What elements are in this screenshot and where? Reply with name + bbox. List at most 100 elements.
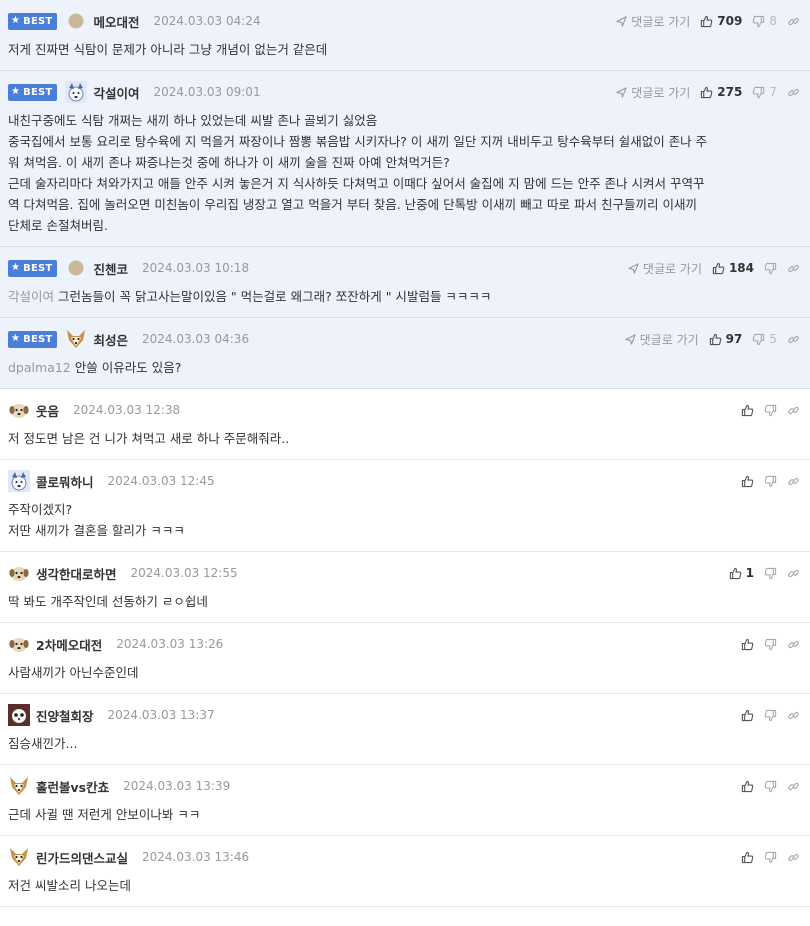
avatar[interactable]	[8, 846, 30, 868]
goto-comment-button[interactable]: 댓글로 가기	[625, 331, 699, 348]
upvote-button[interactable]	[741, 851, 754, 864]
star-icon: ★	[11, 262, 21, 273]
comment-text: 안쓸 이유라도 있음?	[74, 360, 182, 375]
downvote-button[interactable]	[764, 567, 777, 580]
downvote-button[interactable]	[764, 638, 777, 651]
link-icon[interactable]	[787, 780, 800, 793]
reply-target[interactable]: 각설이여	[8, 289, 54, 304]
link-icon[interactable]	[787, 262, 800, 275]
link-icon[interactable]	[787, 404, 800, 417]
link-icon[interactable]	[787, 15, 800, 28]
comment-text: 근데 사귈 땐 저런게 안보이나봐 ㅋㅋ	[8, 807, 201, 822]
comment-text: 저딴 새끼가 결혼을 할리가 ㅋㅋㅋ	[8, 523, 185, 538]
comment-body: 내친구중에도 식탐 개쩌는 새끼 하나 있었는데 씨발 존나 골뵈기 싫었음중국…	[8, 103, 802, 246]
link-icon[interactable]	[787, 333, 800, 346]
avatar[interactable]	[65, 328, 87, 350]
comment-body: 딱 봐도 개주작인데 선동하기 ㄹㅇ쉽네	[8, 584, 802, 622]
link-icon[interactable]	[787, 851, 800, 864]
upvote-button[interactable]: 184	[712, 261, 754, 275]
nickname[interactable]: 홀런볼vs칸쵸	[36, 777, 109, 796]
comment-text: 저건 씨발소리 나오는데	[8, 878, 131, 893]
upvote-button[interactable]: 1	[729, 566, 754, 580]
comment-text: 저게 진짜면 식탐이 문제가 아니라 그냥 개념이 없는거 같은데	[8, 42, 328, 57]
nickname[interactable]: 린가드의댄스교실	[36, 848, 128, 867]
goto-comment-button[interactable]: 댓글로 가기	[628, 260, 702, 277]
comment-actions: 댓글로 가기 275 7	[616, 84, 800, 101]
timestamp: 2024.03.03 12:55	[130, 566, 238, 580]
thumbs-down-icon	[764, 404, 777, 417]
comment-header: ★ BEST 각설이여 2024.03.03 09:01 댓글로 가기 275 7	[8, 81, 802, 103]
avatar[interactable]	[8, 470, 30, 492]
avatar[interactable]	[65, 81, 88, 103]
reply-target[interactable]: dpalma12	[8, 360, 71, 375]
comment-body: 저건 씨발소리 나오는데	[8, 868, 802, 906]
avatar[interactable]	[8, 562, 30, 584]
comment-header: ★ BEST 진첸코 2024.03.03 10:18 댓글로 가기 184	[8, 257, 802, 279]
comment-actions	[741, 851, 800, 864]
nickname[interactable]: 최성은	[93, 330, 128, 349]
link-icon[interactable]	[787, 638, 800, 651]
timestamp: 2024.03.03 13:46	[142, 850, 250, 864]
thumbs-down-icon	[752, 86, 765, 99]
avatar[interactable]	[8, 399, 30, 421]
goto-comment-button[interactable]: 댓글로 가기	[616, 84, 690, 101]
upvote-count: 1	[745, 566, 754, 580]
comment-body: 짐승새낀가...	[8, 726, 802, 764]
thumbs-up-icon	[700, 15, 713, 28]
star-icon: ★	[11, 333, 21, 344]
nickname[interactable]: 진양철회장	[36, 706, 94, 725]
avatar[interactable]	[65, 257, 87, 279]
nickname[interactable]: 웃음	[36, 401, 59, 420]
downvote-button[interactable]: 8	[752, 14, 777, 28]
comment-text: 내친구중에도 식탐 개쩌는 새끼 하나 있었는데 씨발 존나 골뵈기 싫었음	[8, 113, 378, 128]
timestamp: 2024.03.03 12:38	[73, 403, 181, 417]
upvote-button[interactable]	[741, 475, 754, 488]
comment-text: 중국집에서 보통 요리로 탕수육에 지 먹을거 짜장이나 짬뽕 볶음밥 시키자나…	[8, 134, 708, 149]
comment-body: 저게 진짜면 식탐이 문제가 아니라 그냥 개념이 없는거 같은데	[8, 32, 802, 70]
thumbs-down-icon	[764, 475, 777, 488]
timestamp: 2024.03.03 04:24	[153, 14, 261, 28]
link-icon[interactable]	[787, 86, 800, 99]
link-icon[interactable]	[787, 567, 800, 580]
comment-line: 저게 진짜면 식탐이 문제가 아니라 그냥 개념이 없는거 같은데	[8, 39, 802, 60]
downvote-button[interactable]	[764, 262, 777, 275]
link-icon[interactable]	[787, 475, 800, 488]
comment-text: 사람새끼가 아닌수준인데	[8, 665, 139, 680]
downvote-button[interactable]	[764, 851, 777, 864]
nickname[interactable]: 2차메오대전	[36, 635, 102, 654]
send-icon	[625, 333, 636, 345]
upvote-button[interactable]: 709	[700, 14, 742, 28]
upvote-button[interactable]: 97	[709, 332, 742, 346]
comment-body: 사람새끼가 아닌수준인데	[8, 655, 802, 693]
avatar[interactable]	[8, 775, 30, 797]
nickname[interactable]: 각설이여	[93, 83, 139, 102]
goto-comment-button[interactable]: 댓글로 가기	[616, 13, 690, 30]
nickname[interactable]: 콜로뭐하니	[36, 472, 94, 491]
avatar[interactable]	[8, 633, 30, 655]
comment-body: 근데 사귈 땐 저런게 안보이나봐 ㅋㅋ	[8, 797, 802, 835]
comment-line: 짐승새낀가...	[8, 733, 802, 754]
nickname[interactable]: 메오대전	[93, 12, 139, 31]
upvote-button[interactable]	[741, 780, 754, 793]
comment-text: 저 정도면 남은 건 니가 쳐먹고 새로 하나 주문해줘라..	[8, 431, 290, 446]
nickname[interactable]: 생각한대로하면	[36, 564, 117, 583]
upvote-button[interactable]	[741, 638, 754, 651]
comment-line: 역 다쳐먹음. 집에 놀러오면 미친놈이 우리집 냉장고 열고 먹을거 부터 찾…	[8, 194, 802, 215]
upvote-button[interactable]	[741, 404, 754, 417]
downvote-button[interactable]	[764, 404, 777, 417]
downvote-button[interactable]: 5	[752, 332, 777, 346]
comment-actions	[741, 709, 800, 722]
best-badge: ★ BEST	[8, 83, 58, 101]
downvote-button[interactable]: 7	[752, 85, 777, 99]
downvote-button[interactable]	[764, 709, 777, 722]
link-icon[interactable]	[787, 709, 800, 722]
downvote-button[interactable]	[764, 780, 777, 793]
nickname[interactable]: 진첸코	[93, 259, 128, 278]
avatar[interactable]	[65, 10, 87, 32]
avatar[interactable]	[8, 704, 30, 726]
upvote-button[interactable]	[741, 709, 754, 722]
downvote-button[interactable]	[764, 475, 777, 488]
thumbs-up-icon	[741, 780, 754, 793]
best-comment: ★ BEST 메오대전 2024.03.03 04:24 댓글로 가기 709 8 저게 진짜…	[0, 0, 810, 71]
upvote-button[interactable]: 275	[700, 85, 742, 99]
